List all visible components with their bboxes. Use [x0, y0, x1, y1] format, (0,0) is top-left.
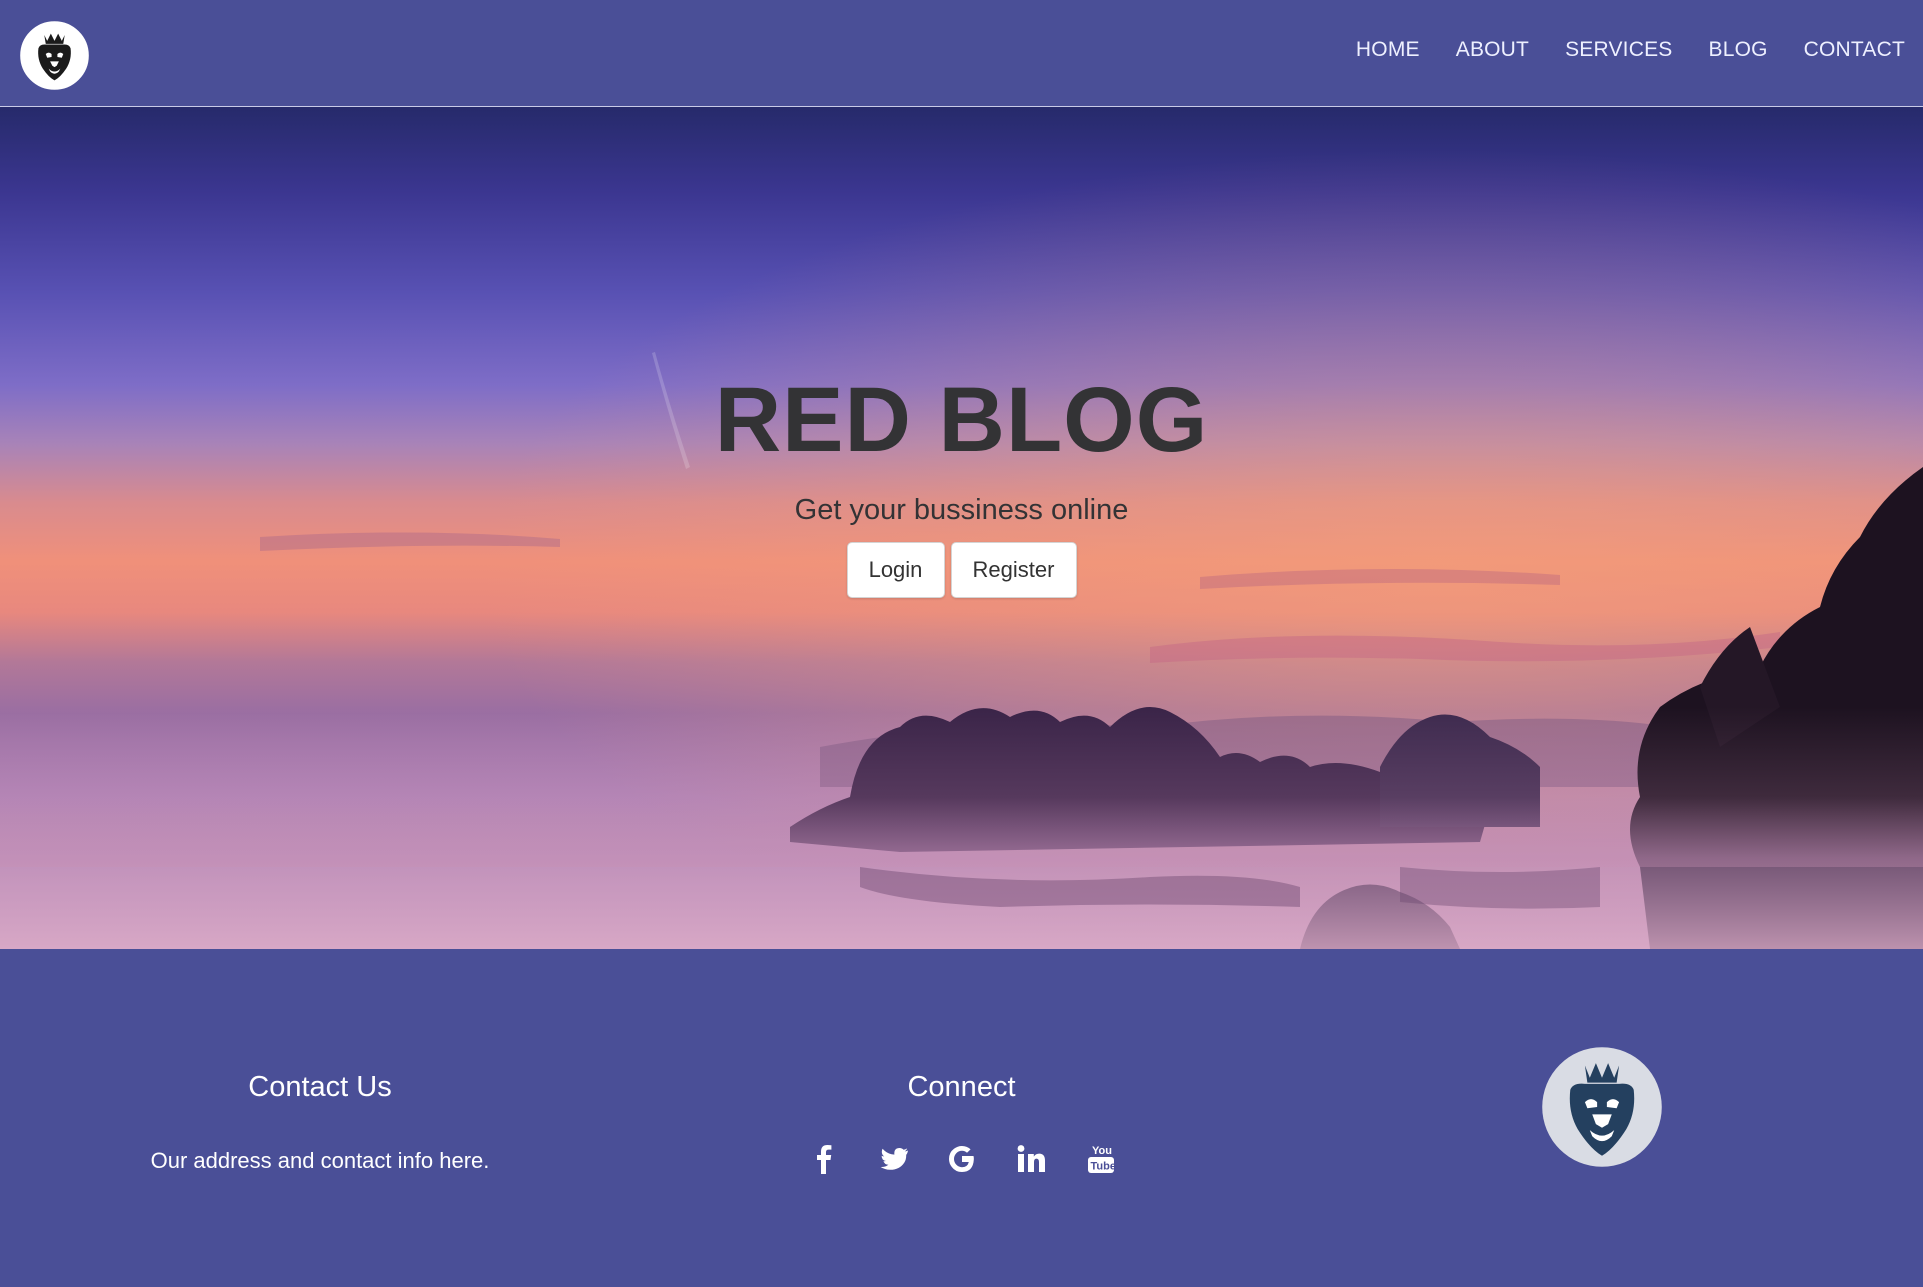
lion-crown-logo-icon[interactable] [18, 19, 91, 92]
nav-home-link[interactable]: HOME [1338, 36, 1438, 64]
facebook-icon[interactable] [806, 1141, 842, 1177]
google-icon[interactable] [944, 1141, 980, 1177]
nav-contact-link[interactable]: CONTACT [1786, 36, 1905, 64]
contact-info-text: Our address and contact info here. [150, 1148, 490, 1173]
nav-services-link[interactable]: SERVICES [1547, 36, 1690, 64]
login-button[interactable]: Login [846, 542, 945, 598]
main-nav: HOME ABOUT SERVICES BLOG CONTACT [1338, 36, 1905, 64]
svg-text:You: You [1092, 1145, 1112, 1157]
contact-heading: Contact Us [248, 1071, 392, 1103]
connect-heading: Connect [907, 1071, 1016, 1103]
social-links: You Tube [641, 1141, 1282, 1177]
footer-connect-column: Connect You Tube [641, 1069, 1282, 1177]
register-button[interactable]: Register [950, 542, 1077, 598]
nav-about-link[interactable]: ABOUT [1438, 36, 1547, 64]
hero-buttons: Login Register [0, 542, 1923, 598]
twitter-icon[interactable] [875, 1141, 911, 1177]
youtube-icon[interactable]: You Tube [1082, 1141, 1118, 1177]
lion-crown-logo-icon [1542, 1047, 1662, 1167]
navbar: HOME ABOUT SERVICES BLOG CONTACT [0, 0, 1923, 107]
linkedin-icon[interactable] [1013, 1141, 1049, 1177]
hero-title: RED BLOG [714, 369, 1209, 471]
footer-contact-column: Contact Us Our address and contact info … [0, 1069, 640, 1175]
hero-subtitle: Get your bussiness online [794, 494, 1129, 526]
hero-background-image [0, 107, 1923, 949]
hero-section: RED BLOG Get your bussiness online Login… [0, 107, 1923, 949]
nav-blog-link[interactable]: BLOG [1691, 36, 1786, 64]
svg-text:Tube: Tube [1090, 1161, 1115, 1173]
footer: Contact Us Our address and contact info … [0, 949, 1923, 1287]
